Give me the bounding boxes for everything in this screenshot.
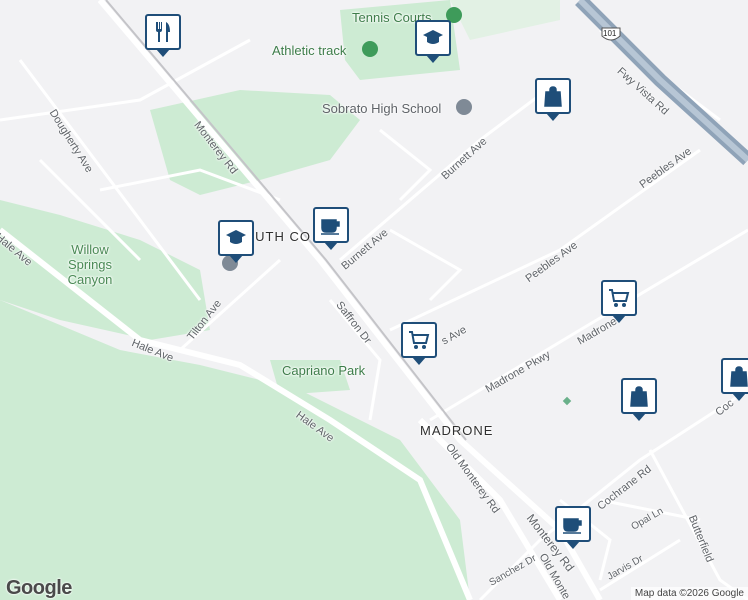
- shopping-bag-icon: [630, 386, 648, 407]
- pin-shopping-bag-right[interactable]: [621, 378, 657, 421]
- map-canvas[interactable]: 101 Dougherty Ave Monterey Rd Burnett Av…: [0, 0, 748, 600]
- highway-101-inner: [577, 0, 748, 163]
- google-logo: Google: [6, 577, 72, 600]
- shopping-cart-icon: [409, 331, 430, 349]
- coffee-cup-icon: [321, 219, 340, 235]
- pin-school-mid[interactable]: [218, 220, 254, 263]
- school-poi-icon[interactable]: [456, 99, 472, 115]
- label-athletic[interactable]: Athletic track: [272, 44, 346, 57]
- park-area-large: [0, 300, 470, 600]
- highway-shield: 101: [600, 26, 622, 49]
- highway-shield-label: 101: [603, 29, 617, 38]
- label-willow-springs: Willow Springs Canyon: [67, 242, 113, 287]
- pin-shopping-bag-top[interactable]: [535, 78, 571, 121]
- google-logo-text: Google: [6, 577, 72, 599]
- tiny-poi-square: [562, 396, 572, 406]
- map-attribution[interactable]: Map data ©2026 Google: [630, 587, 748, 600]
- label-south-co: OUTH CO: [244, 229, 311, 244]
- pin-cafe-mid[interactable]: [313, 207, 349, 250]
- label-madrone-area: MADRONE: [420, 423, 494, 438]
- graduation-cap-icon: [226, 230, 246, 244]
- road-madrone-pkwy: [429, 228, 748, 422]
- label-capriano[interactable]: Capriano Park: [282, 364, 365, 377]
- coffee-cup-icon: [563, 518, 582, 534]
- park-area-corner: [450, 0, 560, 40]
- label-sobrato[interactable]: Sobrato High School: [322, 102, 441, 115]
- pin-cafe-bottom[interactable]: [555, 506, 591, 549]
- graduation-cap-icon: [423, 30, 443, 44]
- pin-grocery-right[interactable]: [601, 280, 637, 323]
- shopping-bag-icon: [730, 366, 748, 387]
- athletic-track-icon[interactable]: [362, 41, 378, 57]
- pin-shopping-bag-edge[interactable]: [721, 358, 748, 401]
- pin-school-top[interactable]: [415, 20, 451, 63]
- fork-knife-icon: [156, 22, 170, 42]
- road-residential-2: [389, 228, 463, 302]
- pin-grocery-center[interactable]: [401, 322, 437, 365]
- shopping-cart-icon: [609, 289, 630, 307]
- shopping-bag-icon: [544, 86, 562, 107]
- pin-restaurant[interactable]: [145, 14, 181, 57]
